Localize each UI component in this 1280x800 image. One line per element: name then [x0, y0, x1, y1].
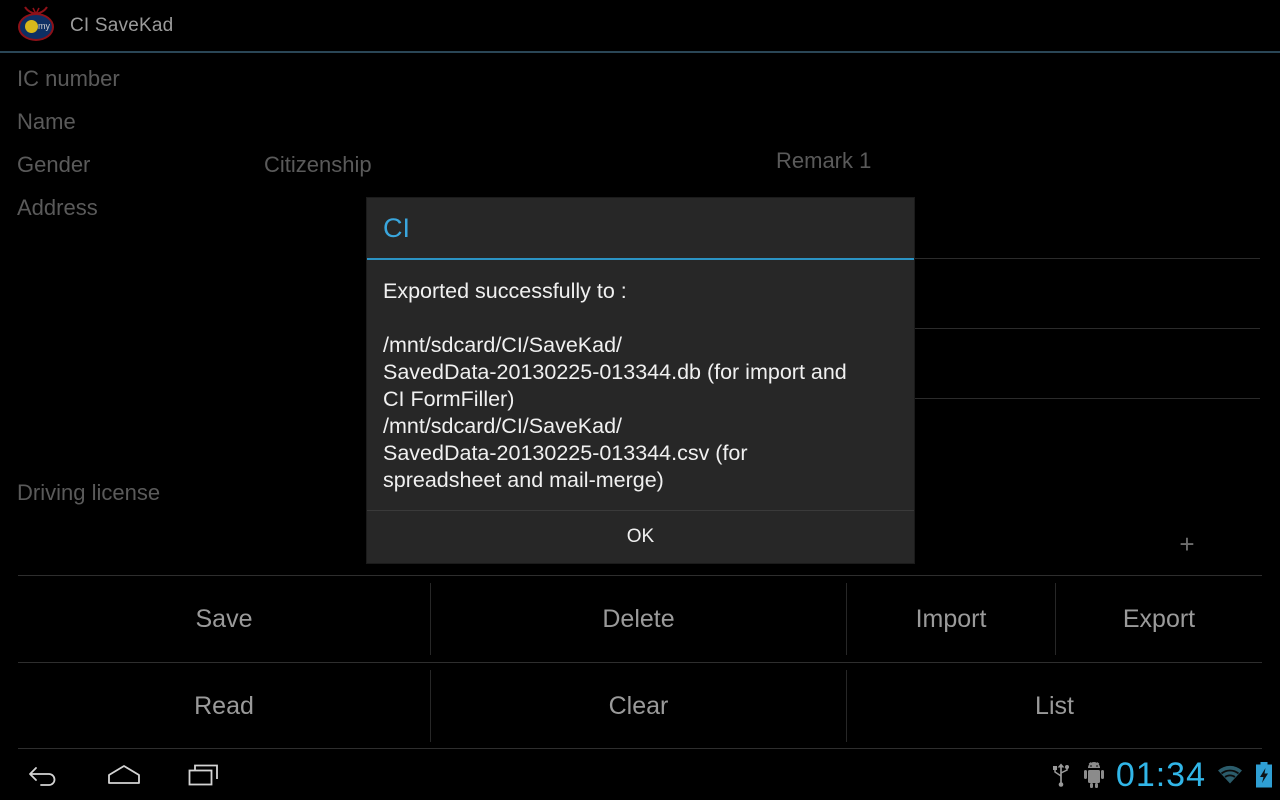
android-screen: my CI SaveKad IC number Name Gender Citi… [0, 0, 1280, 800]
field-label-remark-1[interactable]: Remark 1 [776, 148, 871, 174]
dialog-message-line-2: SavedData-20130225-013344.db (for import… [383, 360, 847, 384]
dialog-message-spacer [383, 305, 898, 332]
dialog-message-line-3: CI FormFiller) [383, 387, 515, 411]
save-button[interactable]: Save [18, 577, 430, 661]
field-underline-remark-3 [915, 398, 1260, 399]
app-title: CI SaveKad [70, 14, 174, 36]
usb-status[interactable] [1050, 762, 1072, 788]
plus-icon[interactable]: + [1176, 531, 1198, 557]
clear-button[interactable]: Clear [431, 664, 846, 748]
dialog-title: CI [383, 212, 410, 243]
app-logo-icon: my [14, 5, 58, 46]
battery-status[interactable] [1254, 761, 1274, 789]
grid-divider-top [18, 575, 1262, 576]
back-button[interactable] [4, 749, 84, 800]
status-icons-area: 01:34 [1050, 749, 1274, 800]
grid-divider-middle [18, 662, 1262, 663]
status-clock: 01:34 [1115, 755, 1206, 794]
action-button-grid: Save Delete Import Export Read Clear Lis… [0, 575, 1280, 749]
dialog-message-line-5: SavedData-20130225-013344.csv (for [383, 441, 748, 465]
field-underline-remark-2 [915, 328, 1260, 329]
ok-button[interactable]: OK [367, 511, 914, 563]
dialog-button-bar: OK [367, 510, 914, 563]
logo-my-text: my [38, 20, 50, 31]
import-button[interactable]: Import [847, 577, 1055, 661]
action-bar: my CI SaveKad [0, 0, 1280, 53]
field-label-driving-license[interactable]: Driving license [17, 480, 160, 506]
wifi-icon [1218, 765, 1242, 783]
list-button[interactable]: List [847, 664, 1262, 748]
dialog-message-intro: Exported successfully to : [383, 279, 627, 303]
recent-apps-button[interactable] [164, 749, 244, 800]
battery-charging-icon [1256, 761, 1272, 787]
usb-icon [1052, 763, 1069, 787]
field-label-ic-number[interactable]: IC number [17, 66, 120, 92]
read-button[interactable]: Read [18, 664, 430, 748]
field-label-citizenship[interactable]: Citizenship [264, 152, 372, 178]
system-navigation-bar: 01:34 [0, 749, 1280, 800]
field-label-gender[interactable]: Gender [17, 152, 90, 178]
field-underline-remark-1 [915, 258, 1260, 259]
dialog-message-body: Exported successfully to : /mnt/sdcard/C… [367, 260, 914, 510]
dialog-message-line-1: /mnt/sdcard/CI/SaveKad/ [383, 333, 622, 357]
android-debug-icon [1083, 761, 1104, 788]
export-success-dialog: CI Exported successfully to : /mnt/sdcar… [367, 198, 914, 563]
home-icon [108, 764, 140, 784]
home-button[interactable] [84, 749, 164, 800]
back-arrow-icon [29, 766, 56, 786]
android-debug-status[interactable] [1082, 761, 1106, 788]
dialog-message-line-4: /mnt/sdcard/CI/SaveKad/ [383, 414, 622, 438]
field-label-name[interactable]: Name [17, 109, 76, 135]
export-button[interactable]: Export [1056, 577, 1262, 661]
logo-gold-circle [25, 19, 38, 33]
delete-button[interactable]: Delete [431, 577, 846, 661]
dialog-title-bar: CI [367, 198, 914, 260]
recent-apps-icon [188, 764, 218, 785]
field-label-address[interactable]: Address [17, 195, 98, 221]
dialog-message-line-6: spreadsheet and mail-merge) [383, 468, 664, 492]
wifi-status[interactable] [1216, 763, 1244, 787]
